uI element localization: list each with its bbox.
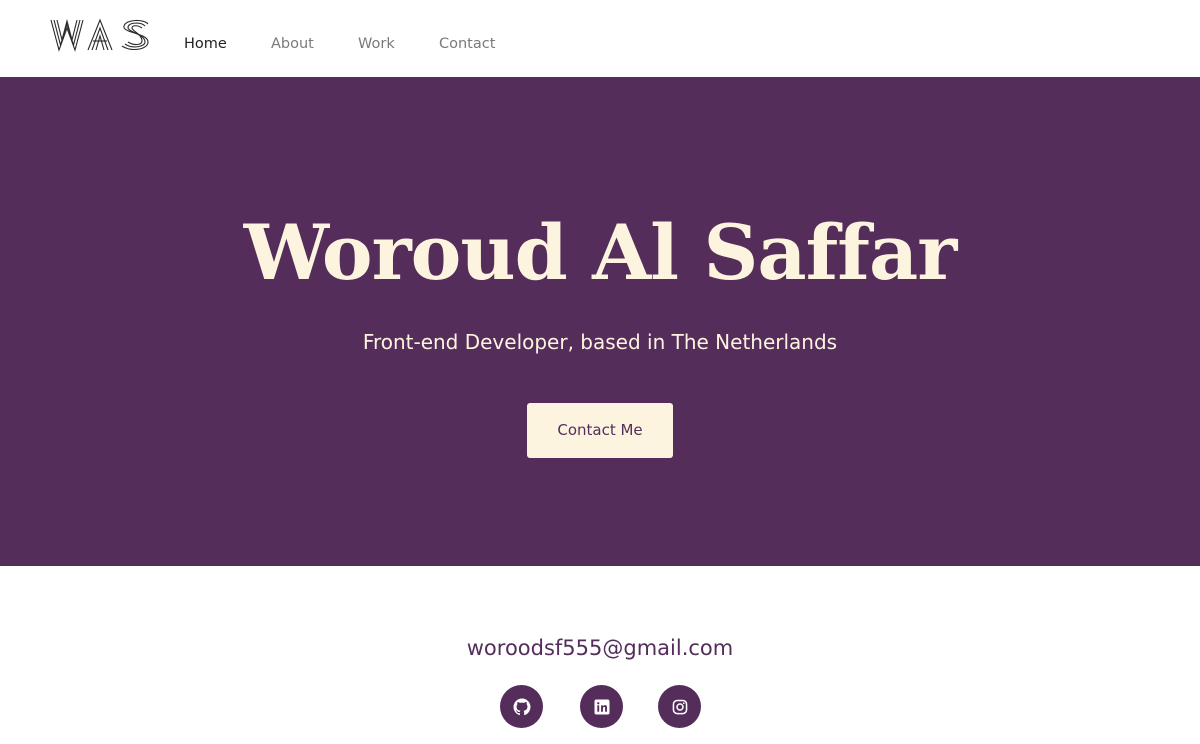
hero-title: Woroud Al Saffar [243, 208, 958, 297]
hero-subtitle: Front-end Developer, based in The Nether… [362, 330, 838, 354]
hero-section: Woroud Al Saffar Front-end Developer, ba… [0, 77, 1200, 566]
linkedin-link[interactable] [580, 685, 623, 728]
logo-was [50, 18, 149, 52]
github-icon [513, 698, 530, 715]
instagram-icon [672, 699, 687, 714]
logo-link[interactable] [50, 17, 152, 53]
contact-me-button[interactable]: Contact Me [527, 403, 673, 458]
nav-contact[interactable]: Contact [439, 34, 495, 54]
nav-about[interactable]: About [271, 34, 314, 54]
footer-email-link[interactable]: woroodsf555@gmail.com [0, 633, 1200, 663]
nav-home[interactable]: Home [184, 34, 227, 54]
site-header: Home About Work Contact [0, 0, 1200, 77]
instagram-link[interactable] [658, 685, 701, 728]
linkedin-icon [594, 699, 609, 714]
nav-work[interactable]: Work [358, 34, 395, 54]
github-link[interactable] [500, 685, 543, 728]
